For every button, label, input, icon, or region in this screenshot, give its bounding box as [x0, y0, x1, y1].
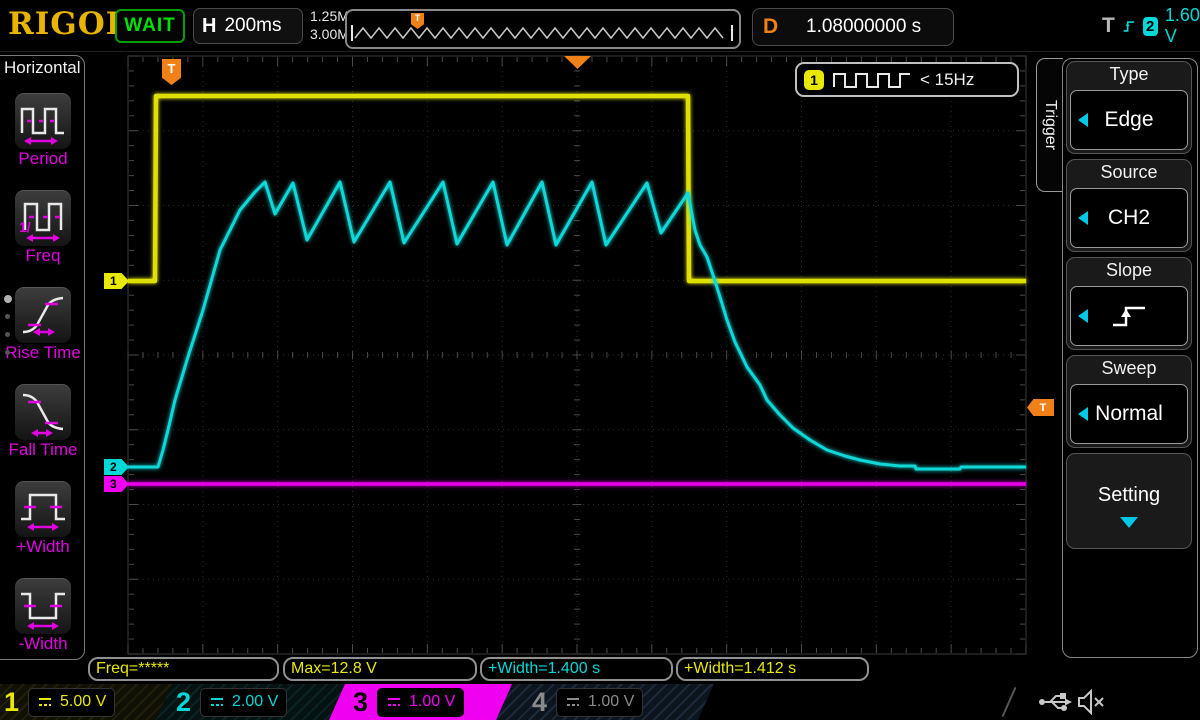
- channel3-number: 3: [353, 684, 368, 720]
- trigger-source-label: Source: [1067, 162, 1191, 183]
- trigger-frequency-box: 1 < 15Hz: [795, 62, 1019, 97]
- channel2-scale: 2.00 V: [232, 693, 278, 711]
- dc-coupling-icon: [37, 697, 53, 708]
- trigger-source-text: CH2: [1108, 206, 1150, 230]
- channel3-scale: 1.00 V: [409, 693, 455, 711]
- rising-edge-icon: [1108, 300, 1150, 332]
- usb-icon: [1038, 689, 1072, 715]
- measurement-pwidth-ch1[interactable]: +Width=1.412 s: [676, 657, 869, 681]
- waveform-display: [0, 0, 1200, 660]
- trigger-type-value[interactable]: Edge: [1070, 90, 1188, 150]
- dc-coupling-icon: [386, 697, 402, 708]
- trigger-sweep-label: Sweep: [1067, 358, 1191, 379]
- channel1-scale: 5.00 V: [60, 693, 106, 711]
- channel2-number: 2: [176, 684, 191, 720]
- channel1-status[interactable]: 1 5.00 V: [0, 684, 172, 720]
- trigger-source-value[interactable]: CH2: [1070, 188, 1188, 248]
- measurement-max[interactable]: Max=12.8 V: [283, 657, 477, 681]
- trigger-type-item[interactable]: Type Edge: [1066, 61, 1192, 154]
- trigger-menu-tab-label: Trigger: [1041, 100, 1059, 150]
- trigger-type-text: Edge: [1104, 108, 1153, 132]
- channel-status-bar: 1 5.00 V 2 2.00 V 3: [0, 684, 1200, 720]
- dc-coupling-icon: [209, 697, 225, 708]
- trigger-slope-label: Slope: [1067, 260, 1191, 281]
- left-arrow-icon: [1078, 113, 1088, 127]
- trigger-frequency-value: < 15Hz: [920, 70, 974, 90]
- channel3-scale-box: 1.00 V: [377, 688, 464, 717]
- trigger-sweep-value[interactable]: Normal: [1070, 384, 1188, 444]
- trigger-slope-item[interactable]: Slope: [1066, 257, 1192, 350]
- down-arrow-icon: [1120, 517, 1138, 528]
- channel1-number: 1: [4, 684, 19, 720]
- speaker-muted-icon: [1076, 688, 1106, 716]
- channel4-scale-box: 1.00 V: [556, 688, 643, 717]
- square-wave-icon: [832, 70, 912, 90]
- trigger-source-badge: 1: [804, 70, 824, 90]
- trigger-setting-button[interactable]: Setting: [1066, 453, 1192, 549]
- trigger-source-item[interactable]: Source CH2: [1066, 159, 1192, 252]
- channel2-scale-box: 2.00 V: [200, 688, 287, 717]
- dc-coupling-icon: [565, 697, 581, 708]
- left-arrow-icon: [1078, 211, 1088, 225]
- trigger-menu-tab: Trigger: [1036, 58, 1063, 192]
- measurement-pwidth-ch2[interactable]: +Width=1.400 s: [480, 657, 673, 681]
- measurement-freq[interactable]: Freq=*****: [88, 657, 279, 681]
- oscilloscope-screen: RIGOL WAIT H 200ms 1.25MSa/s 3.00M pts T…: [0, 0, 1200, 720]
- trigger-type-label: Type: [1067, 64, 1191, 85]
- trigger-sweep-text: Normal: [1095, 402, 1163, 426]
- trigger-sweep-item[interactable]: Sweep Normal: [1066, 355, 1192, 448]
- channel4-status[interactable]: 4 1.00 V: [496, 684, 714, 720]
- channel2-status[interactable]: 2 2.00 V: [156, 684, 358, 720]
- statusbar-divider: [1002, 687, 1017, 717]
- channel1-scale-box: 5.00 V: [28, 688, 115, 717]
- left-arrow-icon: [1078, 407, 1088, 421]
- trigger-setting-label: Setting: [1067, 484, 1191, 507]
- channel4-scale: 1.00 V: [588, 693, 634, 711]
- trigger-slope-value[interactable]: [1070, 286, 1188, 346]
- channel4-number: 4: [532, 684, 547, 720]
- left-arrow-icon: [1078, 309, 1088, 323]
